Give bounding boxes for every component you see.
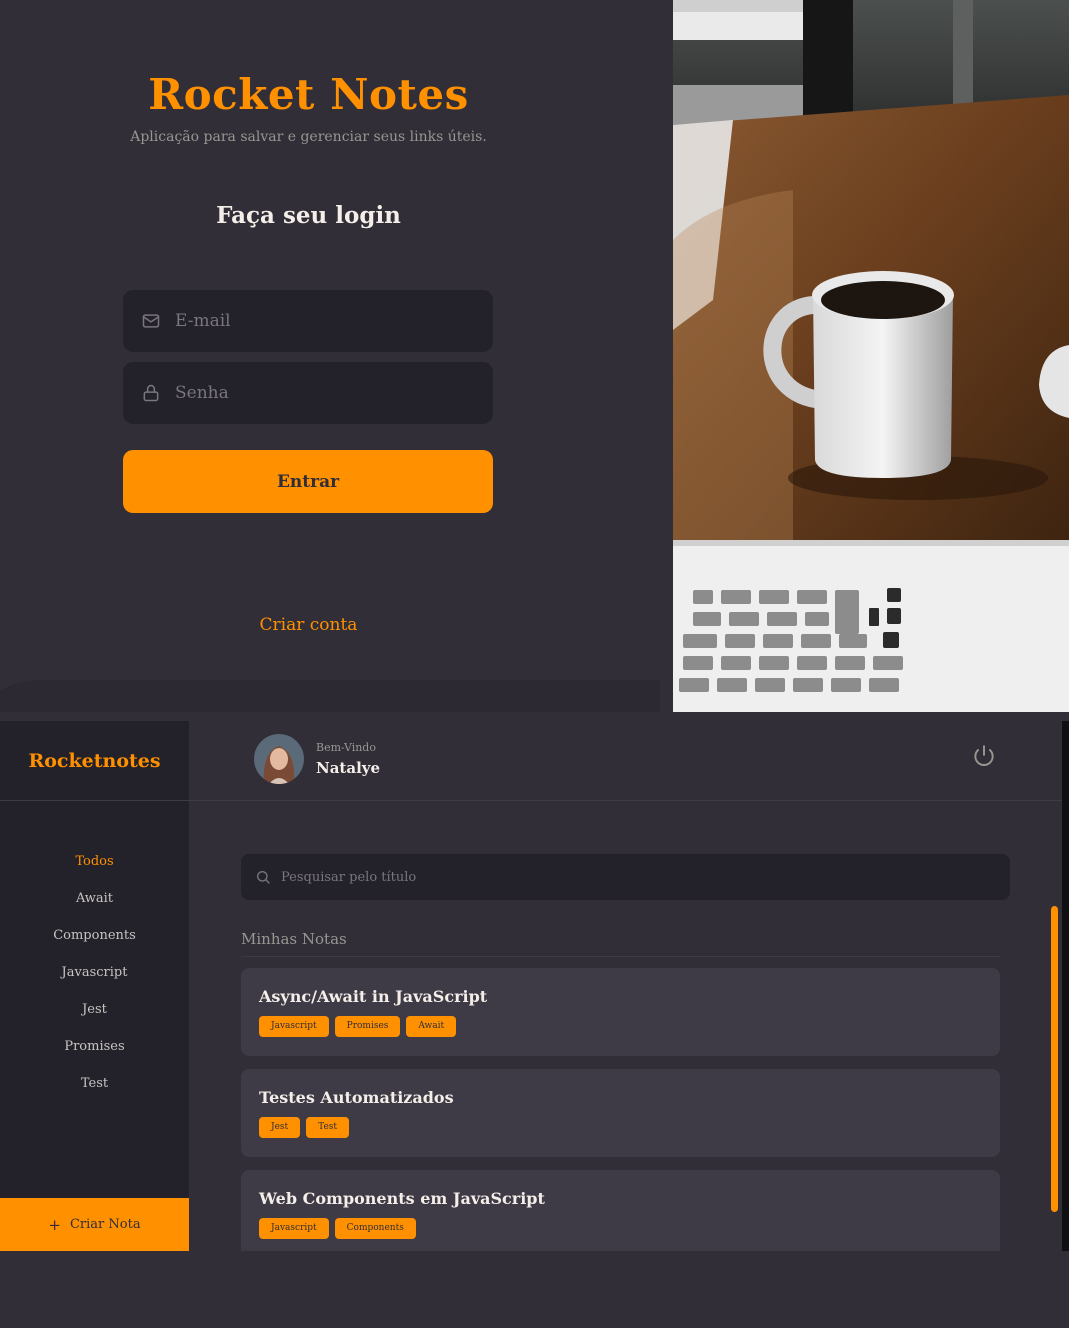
note-card[interactable]: Web Components em JavaScript Javascript … [241,1170,1000,1251]
password-input[interactable] [175,383,475,403]
create-account-link[interactable]: Criar conta [0,615,617,635]
tag: Javascript [259,1016,329,1037]
note-title: Async/Await in JavaScript [259,987,488,1006]
sidebar-item-await[interactable]: Await [0,889,189,926]
note-tags: Javascript Components [259,1218,982,1239]
sidebar-item-javascript[interactable]: Javascript [0,963,189,1000]
mail-icon [141,311,161,331]
window-edge [1062,721,1069,1251]
note-tags: Javascript Promises Await [259,1016,982,1037]
user-name[interactable]: Natalye [316,759,380,777]
header: Bem-Vindo Natalye [189,721,1062,801]
app-title: Rocket Notes [148,70,469,119]
login-screen: Rocket Notes Aplicação para salvar e ger… [0,0,1069,712]
avatar[interactable] [254,734,304,784]
create-note-label: Criar Nota [69,1217,141,1232]
note-tags: Jest Test [259,1117,982,1138]
note-title: Testes Automatizados [259,1088,454,1107]
note-title: Web Components em JavaScript [259,1189,545,1208]
tag: Components [334,1218,416,1239]
login-button[interactable]: Entrar [123,450,493,513]
tag: Javascript [259,1218,329,1239]
brand-area: Rocketnotes [0,721,189,801]
note-card[interactable]: Async/Await in JavaScript Javascript Pro… [241,968,1000,1056]
tag-filter-list: Todos Await Components Javascript Jest P… [0,852,189,1111]
scrollbar[interactable] [1051,906,1058,1212]
app-subtitle: Aplicação para salvar e gerenciar seus l… [130,129,487,145]
tag: Await [406,1016,457,1037]
search-icon [255,869,271,885]
tag: Test [306,1117,350,1138]
sidebar: Rocketnotes Todos Await Components Javas… [0,721,189,1251]
search-input[interactable] [281,869,981,885]
tag: Jest [259,1117,301,1138]
home-screen: Rocketnotes Todos Await Components Javas… [0,721,1062,1251]
login-form: Rocket Notes Aplicação para salvar e ger… [0,0,673,712]
sidebar-item-components[interactable]: Components [0,926,189,963]
welcome-text: Bem-Vindo [316,741,376,754]
email-input[interactable] [175,311,475,331]
lock-icon [141,383,161,403]
section-title: Minhas Notas [241,930,1000,957]
password-field[interactable] [123,362,493,424]
sidebar-item-promises[interactable]: Promises [0,1037,189,1074]
brand-logo: Rocketnotes [28,749,161,772]
tag: Promises [334,1016,401,1037]
sidebar-item-jest[interactable]: Jest [0,1000,189,1037]
plus-icon: + [48,1215,61,1234]
power-icon[interactable] [971,743,997,769]
sidebar-item-todos[interactable]: Todos [0,852,189,889]
background-curve [0,680,660,712]
sidebar-item-test[interactable]: Test [0,1074,189,1111]
email-field[interactable] [123,290,493,352]
coffee-desk-photo [673,0,1069,712]
search-bar[interactable] [241,854,1010,900]
login-heading: Faça seu login [216,202,401,229]
note-card[interactable]: Testes Automatizados Jest Test [241,1069,1000,1157]
create-note-button[interactable]: + Criar Nota [0,1198,189,1251]
page-background [0,1251,1069,1328]
